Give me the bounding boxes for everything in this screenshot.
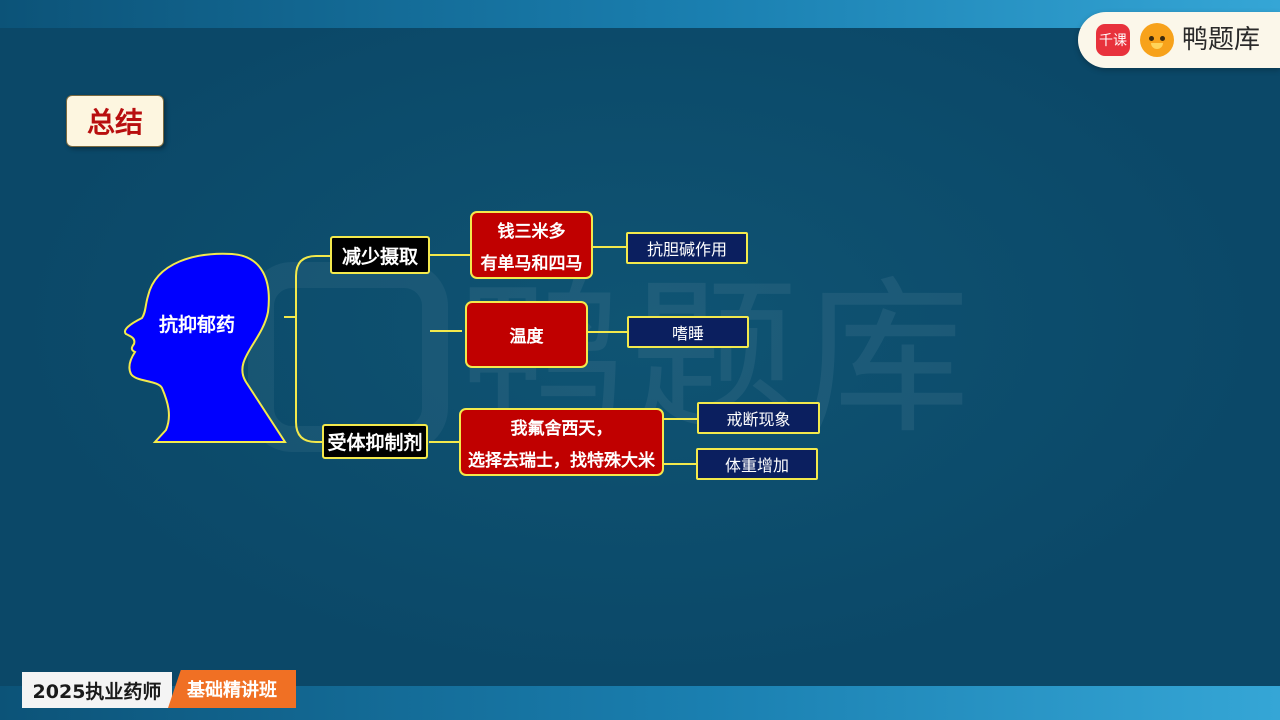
mnemonic-node-reduce-reuptake: 钱三米多 有单马和四马 [470,211,593,279]
course-tag: 基础精讲班 [168,670,296,708]
effect-node-withdrawal: 戒断现象 [697,402,820,434]
effect-node-anticholinergic: 抗胆碱作用 [626,232,748,264]
mnemonic-line: 选择去瑞士，找特殊大米 [468,450,655,471]
root-node-label: 抗抑郁药 [158,313,235,336]
effect-node-weight-gain: 体重增加 [696,448,818,480]
mnemonic-node-middle: 温度 [465,301,588,368]
effect-node-drowsiness: 嗜睡 [627,316,749,348]
branch-node-reduce-reuptake: 减少摄取 [330,236,430,274]
mindmap-connectors [124,246,697,465]
mnemonic-line: 有单马和四马 [480,253,583,274]
mnemonic-line: 我氟舍西天， [510,418,613,439]
course-label: 2025执业药师 [22,672,172,708]
mnemonic-line: 钱三米多 [497,221,566,242]
head-silhouette-icon [124,252,287,443]
mnemonic-node-receptor-inhibitor: 我氟舍西天， 选择去瑞士，找特殊大米 [459,408,664,476]
branch-node-receptor-inhibitor: 受体抑制剂 [322,424,428,459]
